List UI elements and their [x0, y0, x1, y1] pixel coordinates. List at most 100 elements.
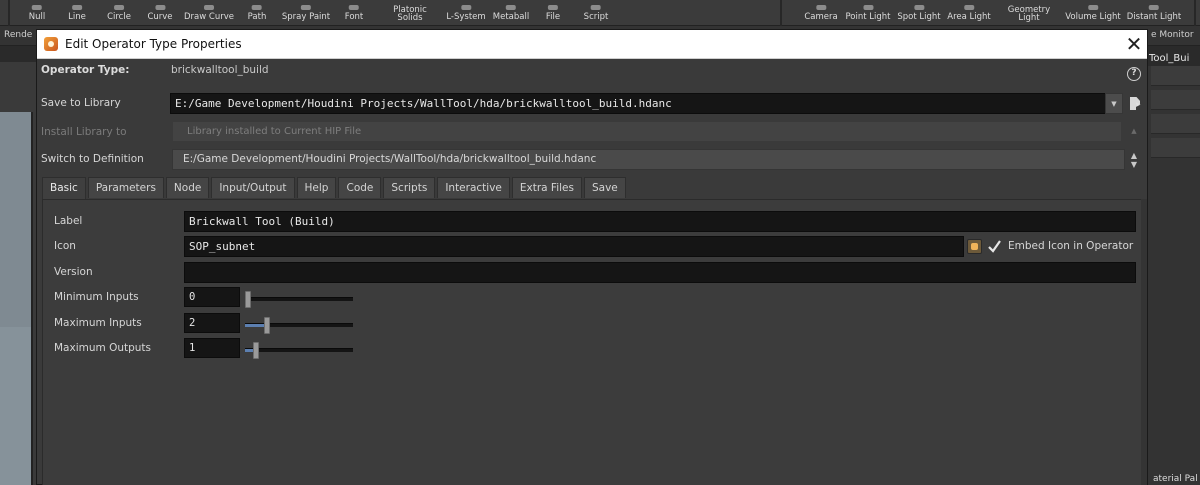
max-outputs-slider[interactable] — [245, 342, 353, 359]
render-menu-label[interactable]: Rende — [4, 30, 32, 40]
max-outputs-slider-handle[interactable] — [252, 342, 259, 359]
install-library-select[interactable]: Library installed to Current HIP File — [172, 121, 1122, 142]
shelf-tool-label: Metaball — [492, 12, 530, 22]
icon-input[interactable]: SOP_subnet — [184, 236, 964, 257]
max-outputs-input[interactable]: 1 — [184, 338, 240, 358]
point-light-icon — [863, 5, 873, 10]
shelf-tool-label: Area Light — [947, 12, 991, 22]
save-library-dropdown-button[interactable]: ▼ — [1105, 93, 1123, 114]
shelf-tool-area-light[interactable]: Area Light — [947, 0, 991, 26]
tab-extra-files[interactable]: Extra Files — [511, 177, 582, 198]
distant-light-icon — [1148, 5, 1159, 10]
spot-light-icon — [914, 5, 924, 10]
shelf-tool-script[interactable]: Script — [583, 0, 609, 26]
shelf-tool-path[interactable]: Path — [247, 0, 267, 26]
draw-curve-icon — [203, 5, 214, 10]
material-palette-tab[interactable]: aterial Pal — [1153, 474, 1198, 484]
shelf-tool-label: Null — [28, 12, 46, 22]
tab-scripts[interactable]: Scripts — [383, 177, 436, 198]
circle-icon — [114, 5, 124, 10]
chevron-down-icon: ▼ — [1111, 100, 1117, 108]
version-field-label: Version — [54, 266, 93, 278]
tab-parameters[interactable]: Parameters — [87, 177, 164, 198]
shelf-tool-circle[interactable]: Circle — [107, 0, 131, 26]
embed-icon-checkbox[interactable] — [988, 240, 1001, 253]
shelf-tool-label: Platonic Solids — [393, 5, 427, 23]
file-chooser-button[interactable] — [1129, 97, 1143, 112]
save-to-library-label: Save to Library — [41, 97, 121, 109]
shelf-separator — [8, 0, 10, 26]
dialog-titlebar[interactable]: Edit Operator Type Properties ✕ — [37, 30, 1147, 59]
viewport-strip-upper — [0, 112, 33, 352]
houdini-app-icon — [44, 37, 58, 51]
max-inputs-input[interactable]: 2 — [184, 313, 240, 333]
shelf-tool-label: Font — [344, 12, 364, 22]
tab-save[interactable]: Save — [583, 177, 626, 198]
close-button[interactable]: ✕ — [1123, 33, 1145, 55]
path-icon — [252, 5, 262, 10]
metaball-icon — [506, 5, 516, 10]
icon-field-label: Icon — [54, 240, 76, 252]
help-icon[interactable]: ? — [1127, 67, 1141, 81]
shelf-tool-spray-paint[interactable]: Spray Paint — [282, 0, 330, 26]
shelf-separator — [780, 0, 782, 26]
shelf-tool-label: L-System — [446, 12, 486, 22]
shelf-tool-draw-curve[interactable]: Draw Curve — [184, 0, 234, 26]
shelf-tool-label: Geometry Light — [1007, 5, 1051, 23]
shelf-tool-label: Script — [583, 12, 609, 22]
tab-code[interactable]: Code — [338, 177, 382, 198]
save-to-library-field[interactable]: E:/Game Development/Houdini Projects/Wal… — [170, 93, 1106, 114]
file-icon — [547, 5, 558, 10]
switch-definition-select[interactable]: E:/Game Development/Houdini Projects/Wal… — [172, 149, 1125, 170]
tab-basic[interactable]: Basic — [42, 177, 86, 199]
shelf-tool-label: Line — [68, 12, 86, 22]
dialog-title: Edit Operator Type Properties — [65, 37, 242, 51]
checkmark-icon — [988, 240, 1001, 253]
shelf-tool-metaball[interactable]: Metaball — [493, 0, 529, 26]
parameter-pane-background: Tool_Bui aterial Pal — [1147, 53, 1200, 485]
shelf-tool-label: Circle — [107, 12, 131, 22]
tab-interactive[interactable]: Interactive — [437, 177, 510, 198]
shelf-tool-curve[interactable]: Curve — [147, 0, 173, 26]
shelf-tool-spot-light[interactable]: Spot Light — [897, 0, 941, 26]
volume-light-icon — [1088, 5, 1098, 10]
switch-definition-label: Switch to Definition — [41, 153, 144, 165]
area-light-icon — [963, 5, 974, 10]
shelf-tool-label: Spray Paint — [281, 12, 331, 22]
install-library-label: Install Library to — [41, 126, 127, 138]
tab-help[interactable]: Help — [296, 177, 337, 198]
max-inputs-label: Maximum Inputs — [54, 317, 142, 329]
shelf-tool-l-system[interactable]: L-System — [446, 0, 486, 26]
shelf-tool-geometry[interactable]: Geometry Light — [1008, 0, 1050, 26]
shelf-tool-file[interactable]: File — [546, 0, 560, 26]
script-icon — [591, 5, 601, 10]
version-input[interactable] — [184, 262, 1136, 283]
shelf-tool-point-light[interactable]: Point Light — [845, 0, 891, 26]
tab-input-output[interactable]: Input/Output — [211, 177, 295, 198]
updown-arrows-icon[interactable]: ▲ ▼ — [1125, 149, 1143, 170]
close-icon: ✕ — [1125, 32, 1143, 56]
pane-tab-tool-build[interactable]: Tool_Bui — [1149, 53, 1189, 64]
shelf-tool-null[interactable]: Null — [29, 0, 45, 26]
min-inputs-slider-handle[interactable] — [245, 291, 251, 308]
max-inputs-slider-handle[interactable] — [263, 317, 270, 334]
shelf-tool-font[interactable]: Font — [344, 0, 364, 26]
label-input[interactable]: Brickwall Tool (Build) — [184, 211, 1136, 232]
shelf-tool-platonic[interactable]: Platonic Solids — [393, 0, 427, 26]
tab-bar: Basic Parameters Node Input/Output Help … — [42, 177, 628, 199]
shelf-tool-label: Path — [247, 12, 267, 22]
shelf-tool-label: Curve — [147, 12, 173, 22]
max-inputs-slider[interactable] — [245, 317, 353, 334]
min-inputs-slider[interactable] — [245, 291, 353, 308]
shelf-tool-distant-light[interactable]: Distant Light — [1127, 0, 1181, 26]
dialog-scrollbar[interactable] — [1141, 199, 1147, 485]
shelf-toolbar: Null Line Circle Curve Draw Curve Path Spray P… — [0, 0, 1200, 26]
shelf-tool-line[interactable]: Line — [68, 0, 86, 26]
shelf-tool-camera[interactable]: Camera — [804, 0, 838, 26]
icon-chooser-icon[interactable] — [967, 239, 982, 254]
monitor-menu-label[interactable]: e Monitor — [1151, 30, 1194, 40]
min-inputs-input[interactable]: 0 — [184, 287, 240, 307]
tab-node[interactable]: Node — [165, 177, 210, 198]
line-icon — [72, 5, 82, 10]
shelf-tool-volume-light[interactable]: Volume Light — [1065, 0, 1121, 26]
